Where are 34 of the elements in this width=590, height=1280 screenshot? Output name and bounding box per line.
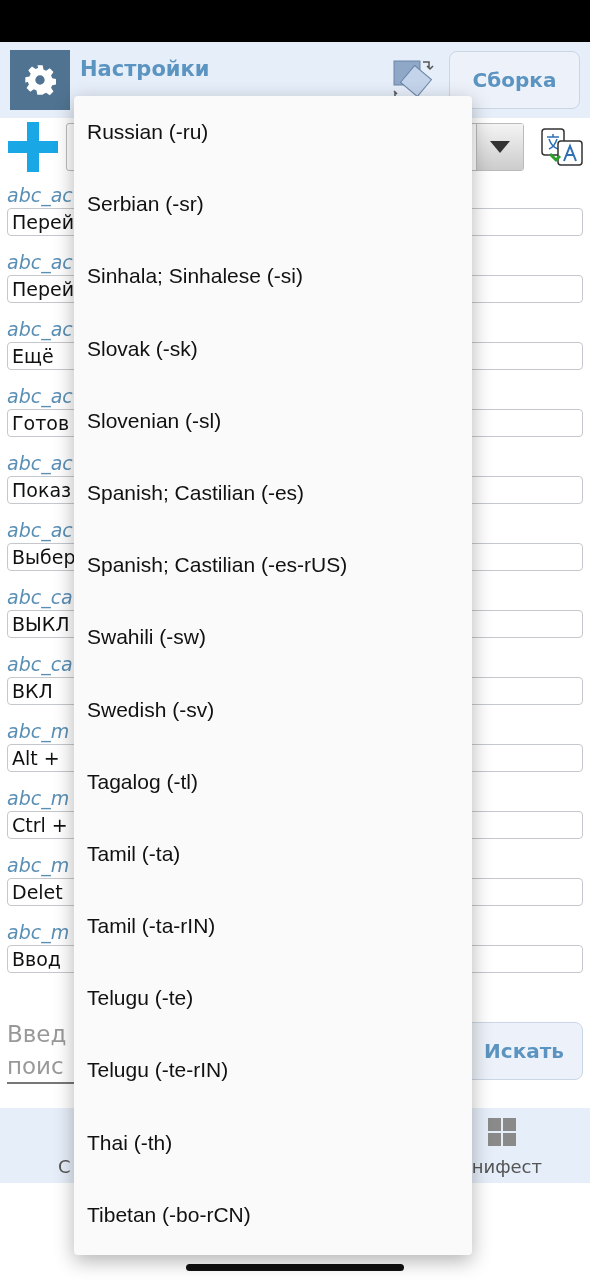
dropdown-arrow-icon xyxy=(489,141,511,153)
settings-icon xyxy=(24,64,56,96)
grid-icon[interactable] xyxy=(488,1118,516,1146)
language-option[interactable]: Slovak (-sk) xyxy=(74,312,472,385)
string-key: abc_ac xyxy=(7,517,73,543)
language-option[interactable]: Tamil (-ta) xyxy=(74,817,472,891)
language-option[interactable]: Tibetan (-bo-rCN) xyxy=(74,1178,472,1251)
string-key: abc_ac xyxy=(7,182,73,208)
nav-label[interactable]: нифест xyxy=(471,1156,542,1177)
string-key: abc_m xyxy=(7,919,70,945)
language-option[interactable]: Spanish; Castilian (-es-rUS) xyxy=(74,529,472,602)
language-option[interactable]: Thai (-th) xyxy=(74,1106,472,1179)
language-option[interactable]: Swedish (-sv) xyxy=(74,673,472,746)
string-key: abc_ac xyxy=(7,249,73,275)
string-key: abc_ac xyxy=(7,316,73,342)
string-key: abc_ca xyxy=(7,584,73,610)
string-key: abc_m xyxy=(7,718,70,744)
language-option[interactable]: Spanish; Castilian (-es) xyxy=(74,456,472,530)
language-option[interactable]: Tagalog (-tl) xyxy=(74,745,472,818)
nav-label[interactable]: С xyxy=(58,1156,71,1177)
translate-icon[interactable] xyxy=(540,127,584,167)
string-key: abc_m xyxy=(7,852,70,878)
language-option[interactable]: Tamil (-ta-rIN) xyxy=(74,890,472,963)
language-option[interactable]: Slovenian (-sl) xyxy=(74,384,472,457)
string-key: abc_ac xyxy=(7,383,73,409)
language-option[interactable]: Swahili (-sw) xyxy=(74,601,472,674)
language-option[interactable]: Serbian (-sr) xyxy=(74,168,472,241)
add-icon[interactable] xyxy=(8,122,58,172)
screen-title: Настройки xyxy=(80,57,210,81)
language-option[interactable]: Sinhala; Sinhalese (-si) xyxy=(74,240,472,313)
settings-button[interactable] xyxy=(10,50,70,110)
string-key: abc_ca xyxy=(7,651,73,677)
string-key: abc_m xyxy=(7,785,70,811)
string-key: abc_ac xyxy=(7,450,73,476)
